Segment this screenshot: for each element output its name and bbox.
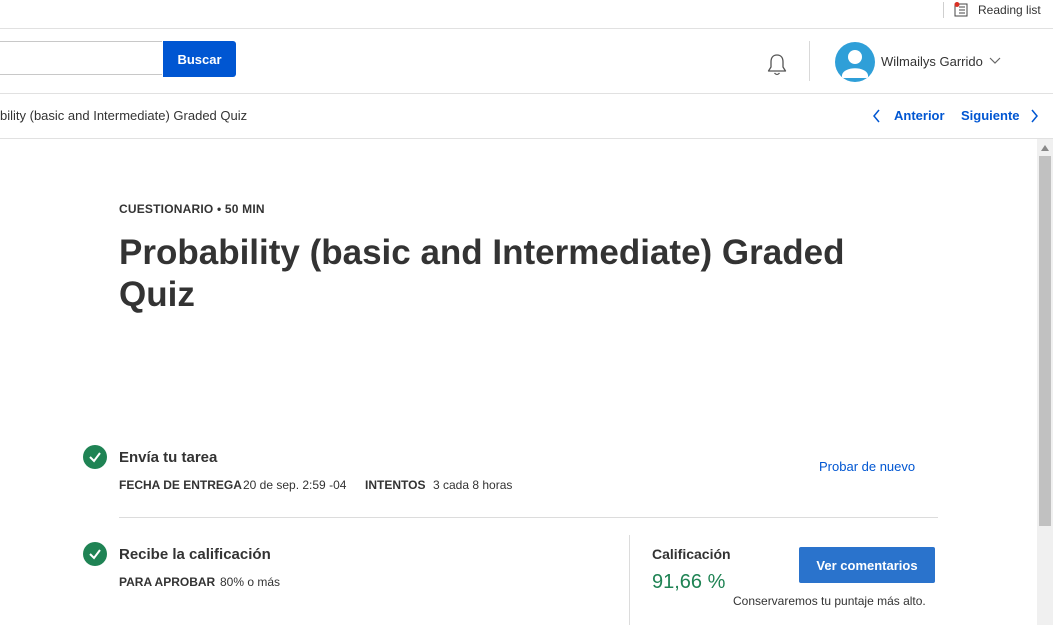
grade-value: 91,66 % — [652, 571, 726, 593]
pass-label: PARA APROBAR — [119, 575, 216, 589]
pass-value: 80% o más — [220, 575, 281, 589]
step-grade-title: Recibe la calificación — [119, 546, 271, 563]
view-feedback-button[interactable]: Ver comentarios — [799, 547, 935, 583]
user-icon — [842, 50, 868, 78]
browser-toolbar: Reading list — [0, 0, 1053, 29]
toolbar-separator — [943, 2, 944, 18]
chevron-right-icon[interactable] — [1030, 109, 1039, 123]
page-title: Probability (basic and Intermediate) Gra… — [119, 233, 845, 314]
header-divider — [809, 41, 810, 81]
due-date-value: 20 de sep. 2:59 -04 — [243, 478, 347, 492]
attempts-value: 3 cada 8 horas — [433, 478, 513, 492]
breadcrumb-item-title: bility (basic and Intermediate) Graded Q… — [0, 108, 248, 123]
chevron-down-icon[interactable] — [989, 57, 1001, 65]
reading-list-label[interactable]: Reading list — [978, 2, 1041, 18]
keep-highest-note: Conservaremos tu puntaje más alto. — [733, 594, 926, 608]
step-submit-title: Envía tu tarea — [119, 449, 218, 466]
quiz-meta: CUESTIONARIO • 50 MIN — [119, 202, 265, 216]
next-link[interactable]: Siguiente — [961, 108, 1020, 123]
previous-link[interactable]: Anterior — [894, 108, 945, 123]
scrollbar-thumb[interactable] — [1039, 156, 1051, 526]
search-button[interactable]: Buscar — [163, 41, 236, 77]
section-divider — [119, 517, 938, 518]
grade-divider — [629, 535, 630, 625]
chevron-left-icon[interactable] — [872, 109, 881, 123]
grade-label: Calificación — [652, 546, 731, 562]
user-name[interactable]: Wilmailys Garrido — [881, 54, 983, 69]
check-circle-icon — [83, 445, 107, 469]
due-date-label: FECHA DE ENTREGA — [119, 478, 242, 492]
try-again-link[interactable]: Probar de nuevo — [819, 459, 915, 474]
search-input[interactable] — [0, 41, 162, 75]
scroll-up-arrow-icon[interactable] — [1041, 145, 1049, 151]
reading-list-icon[interactable] — [954, 2, 969, 17]
bell-icon[interactable] — [764, 52, 790, 78]
check-circle-icon — [83, 542, 107, 566]
breadcrumb: bility (basic and Intermediate) Graded Q… — [0, 94, 1053, 139]
attempts-label: INTENTOS — [365, 478, 426, 492]
site-header: Buscar Wilmailys Garrido — [0, 29, 1053, 94]
avatar[interactable] — [835, 42, 875, 82]
